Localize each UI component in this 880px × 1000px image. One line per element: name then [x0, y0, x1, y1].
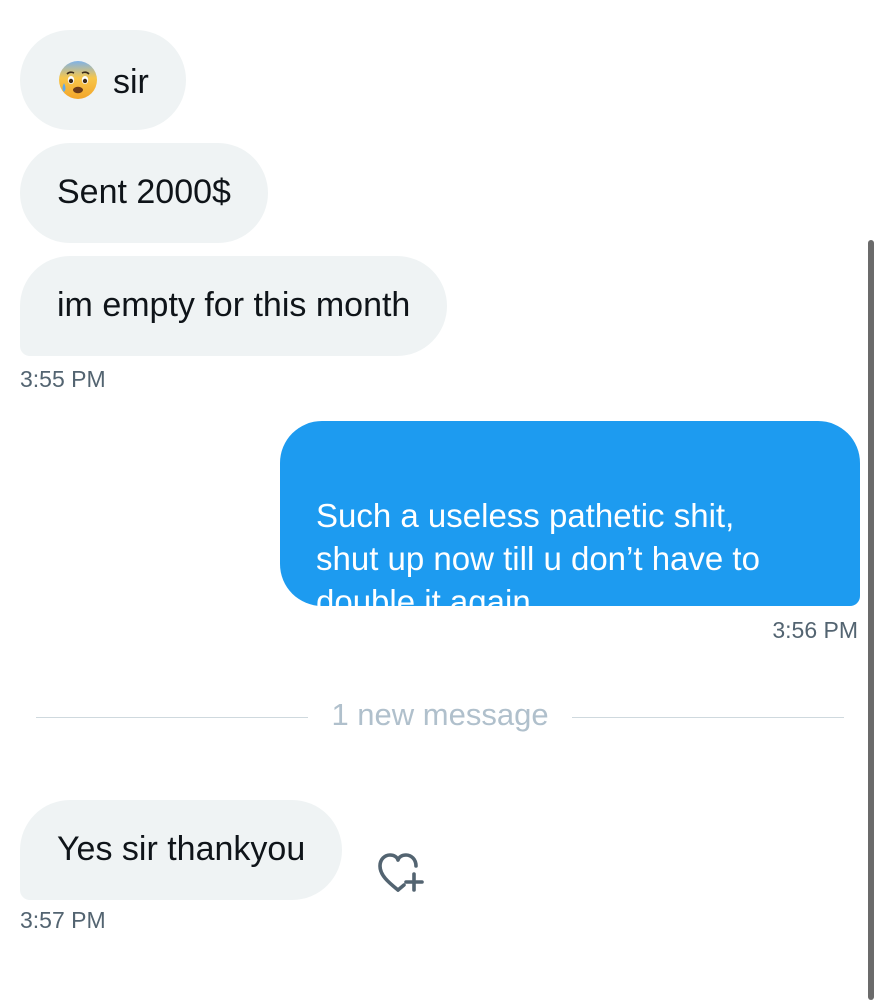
message-bubble-incoming[interactable]: im empty for this month	[20, 256, 448, 356]
message-bubble-outgoing[interactable]: Such a useless pathetic shit, shut up no…	[280, 421, 860, 620]
anxious-face-with-sweat-icon	[57, 59, 99, 101]
message-text: sir	[113, 63, 149, 101]
new-message-divider: 1 new message	[0, 697, 880, 733]
message-timestamp: 3:56 PM	[772, 617, 858, 643]
message-bubble-incoming[interactable]: Sent 2000$	[20, 143, 268, 243]
message-timestamp: 3:55 PM	[20, 366, 106, 392]
divider-label: 1 new message	[331, 697, 549, 732]
message-text: Yes sir thankyou	[57, 830, 306, 868]
heart-add-icon[interactable]	[374, 848, 430, 896]
scrollbar[interactable]	[868, 240, 874, 1000]
message-bubble-incoming[interactable]: Yes sir thankyou	[20, 800, 343, 900]
message-bubble-incoming[interactable]: sir	[20, 30, 186, 130]
message-timestamp: 3:57 PM	[20, 907, 106, 933]
message-text: Such a useless pathetic shit, shut up no…	[316, 497, 760, 620]
message-text: im empty for this month	[57, 286, 411, 324]
message-text: Sent 2000$	[57, 173, 231, 211]
